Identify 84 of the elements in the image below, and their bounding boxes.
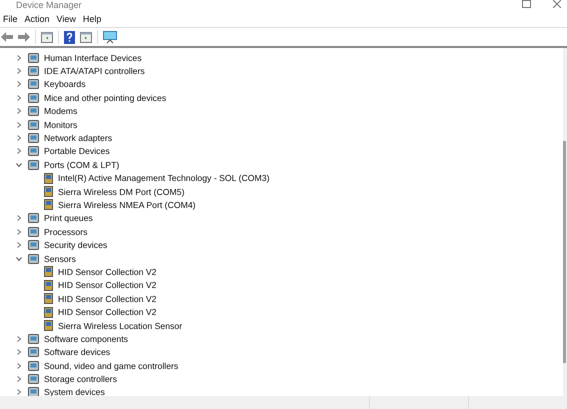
device-icon bbox=[28, 160, 39, 170]
device-icon bbox=[28, 374, 39, 384]
collapsed-chevron-icon[interactable] bbox=[16, 242, 22, 248]
scrollbar-thumb[interactable] bbox=[563, 141, 566, 363]
tree-item[interactable]: Ports (COM & LPT) bbox=[44, 160, 120, 170]
menu-item[interactable]: Action bbox=[24, 14, 56, 24]
collapsed-chevron-icon[interactable] bbox=[16, 349, 22, 356]
collapsed-chevron-icon[interactable] bbox=[16, 336, 22, 342]
collapsed-chevron-icon[interactable] bbox=[16, 54, 22, 61]
maximize-icon[interactable] bbox=[522, 0, 531, 8]
tree-item[interactable]: Keyboards bbox=[44, 79, 86, 90]
device-icon bbox=[28, 213, 39, 224]
tree-item[interactable]: Sensors bbox=[44, 254, 76, 264]
tree-item[interactable]: Human Interface Devices bbox=[44, 52, 142, 63]
tree-item[interactable]: HID Sensor Collection V2 bbox=[58, 294, 157, 304]
collapsed-chevron-icon[interactable] bbox=[16, 81, 22, 88]
device-icon bbox=[44, 293, 53, 304]
device-icon bbox=[44, 186, 53, 198]
device-icon bbox=[28, 120, 39, 130]
window-panel-icon[interactable] bbox=[80, 32, 92, 42]
collapsed-chevron-icon[interactable] bbox=[16, 108, 22, 114]
collapsed-chevron-icon[interactable] bbox=[16, 362, 22, 369]
device-icon bbox=[28, 79, 39, 90]
tree-item[interactable]: HID Sensor Collection V2 bbox=[58, 266, 157, 277]
tree-item[interactable]: Processors bbox=[44, 226, 88, 237]
tree-item[interactable]: Print queues bbox=[44, 213, 93, 224]
device-icon bbox=[28, 133, 39, 144]
device-icon bbox=[28, 360, 39, 371]
window-panel-icon[interactable] bbox=[41, 32, 53, 42]
device-icon bbox=[28, 66, 39, 76]
device-icon bbox=[28, 387, 39, 398]
collapsed-chevron-icon[interactable] bbox=[16, 122, 22, 128]
tree-item[interactable]: HID Sensor Collection V2 bbox=[58, 280, 157, 290]
collapsed-chevron-icon[interactable] bbox=[16, 68, 22, 74]
device-icon bbox=[28, 334, 39, 344]
tree-item[interactable]: Portable Devices bbox=[44, 146, 110, 156]
back-arrow-icon[interactable] bbox=[1, 32, 13, 42]
device-icon bbox=[44, 266, 53, 278]
tree-item[interactable]: HID Sensor Collection V2 bbox=[58, 307, 157, 318]
device-icon bbox=[28, 240, 39, 250]
expanded-chevron-icon[interactable] bbox=[16, 256, 22, 262]
tree-item[interactable]: Monitors bbox=[44, 120, 78, 130]
tree-item[interactable]: Sierra Wireless NMEA Port (COM4) bbox=[58, 200, 196, 210]
expanded-chevron-icon[interactable] bbox=[16, 162, 22, 168]
device-icon bbox=[28, 146, 39, 156]
device-icon bbox=[28, 92, 39, 103]
tree-item[interactable]: Software devices bbox=[44, 347, 110, 358]
tree-item[interactable]: Mice and other pointing devices bbox=[44, 92, 166, 103]
tree-item[interactable]: Sound, video and game controllers bbox=[44, 360, 178, 371]
device-icon bbox=[28, 254, 39, 264]
collapsed-chevron-icon[interactable] bbox=[16, 148, 22, 154]
tree-item[interactable]: Security devices bbox=[44, 240, 108, 250]
menu-item[interactable]: Help bbox=[82, 14, 108, 24]
collapsed-chevron-icon[interactable] bbox=[16, 228, 22, 235]
device-icon bbox=[28, 226, 39, 237]
forward-arrow-icon[interactable] bbox=[18, 32, 30, 42]
tree-item[interactable]: Sierra Wireless Location Sensor bbox=[58, 320, 182, 330]
collapsed-chevron-icon[interactable] bbox=[16, 376, 22, 382]
device-icon bbox=[28, 52, 39, 63]
menu-item[interactable]: File bbox=[2, 14, 24, 24]
device-icon bbox=[28, 347, 39, 358]
tree-item[interactable]: Storage controllers bbox=[44, 374, 117, 384]
device-icon bbox=[44, 320, 53, 331]
device-icon bbox=[44, 172, 53, 184]
collapsed-chevron-icon[interactable] bbox=[16, 215, 22, 222]
tree-item[interactable]: System devices bbox=[44, 387, 105, 398]
device-icon bbox=[44, 280, 53, 291]
tree-item[interactable]: IDE ATA/ATAPI controllers bbox=[44, 66, 145, 76]
collapsed-chevron-icon[interactable] bbox=[16, 94, 22, 101]
close-icon[interactable] bbox=[553, 0, 561, 8]
collapsed-chevron-icon[interactable] bbox=[16, 135, 22, 142]
collapsed-chevron-icon[interactable] bbox=[16, 389, 22, 396]
window-title: Device Manager bbox=[16, 0, 82, 10]
device-icon bbox=[44, 306, 53, 318]
tree-item[interactable]: Software components bbox=[44, 334, 128, 344]
help-icon[interactable] bbox=[64, 30, 75, 44]
tree-item[interactable]: Intel(R) Active Management Technology - SOL (COM3) bbox=[58, 173, 270, 184]
menu-item[interactable]: View bbox=[56, 14, 82, 24]
tree-item[interactable]: Modems bbox=[44, 106, 78, 116]
monitor-icon[interactable] bbox=[103, 30, 117, 44]
tree-item[interactable]: Sierra Wireless DM Port (COM5) bbox=[58, 186, 184, 197]
tree-item[interactable]: Network adapters bbox=[44, 133, 112, 144]
device-icon bbox=[28, 106, 39, 116]
device-icon bbox=[44, 199, 53, 210]
